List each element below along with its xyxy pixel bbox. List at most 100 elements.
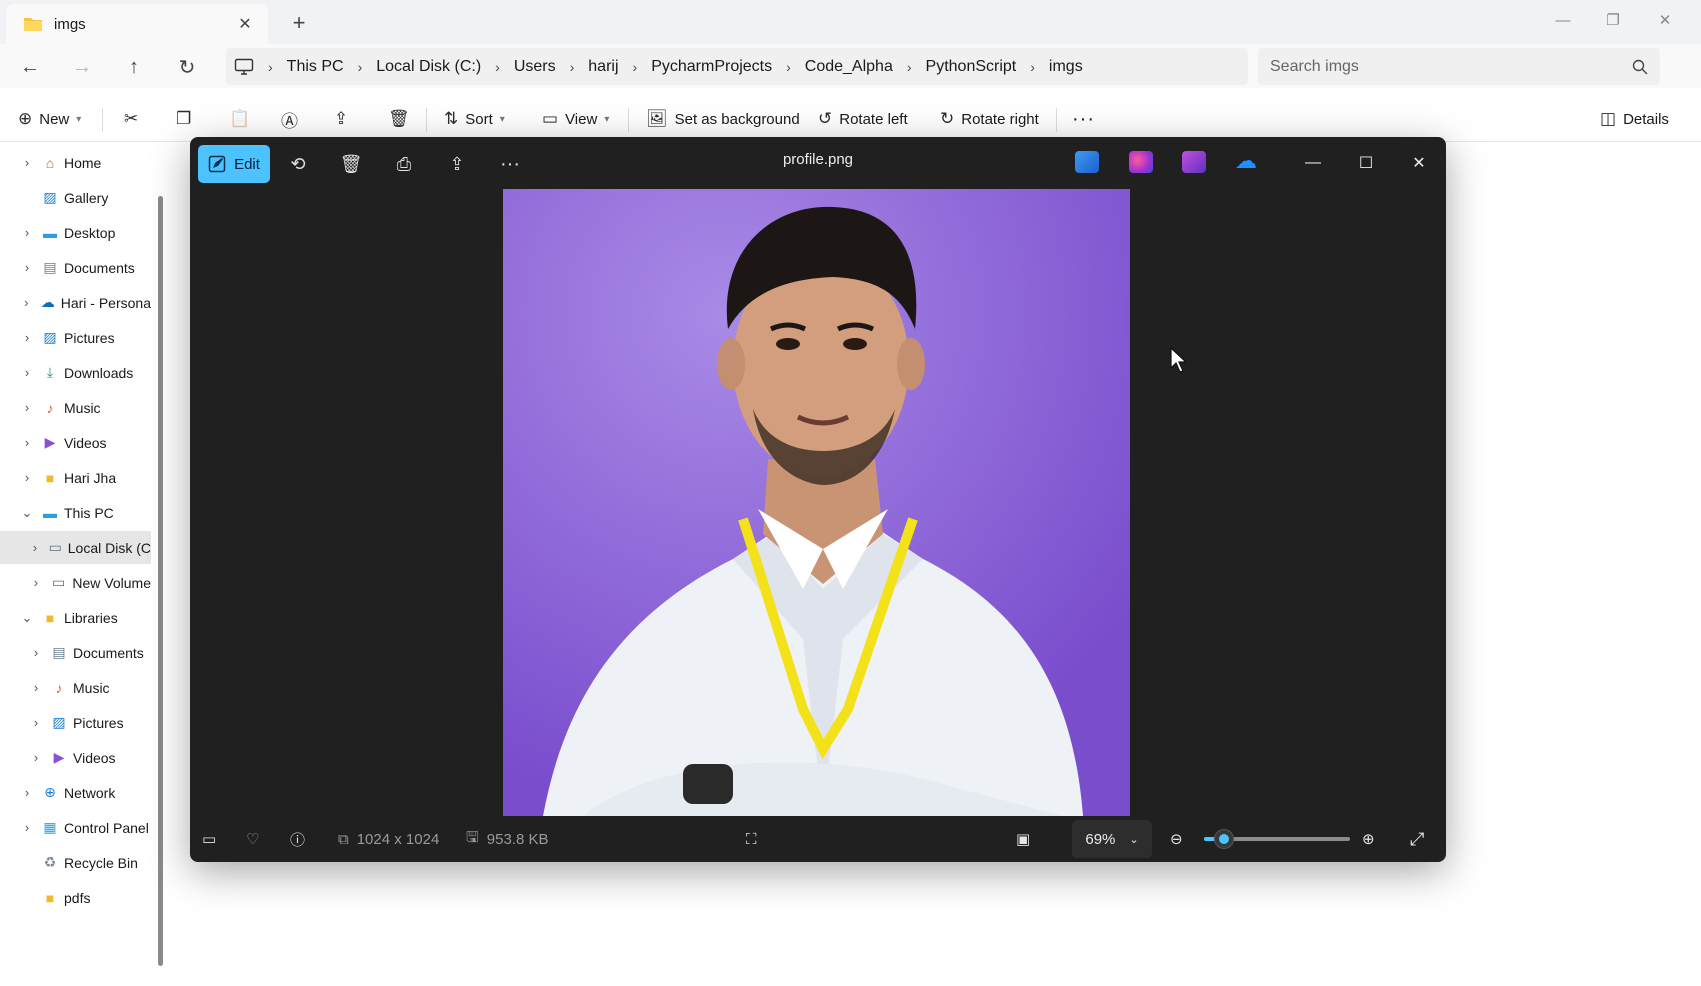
focus-frame-icon: ⛶ (746, 830, 757, 848)
forward-button[interactable]: → (66, 52, 98, 82)
favorite-button[interactable]: ♡ (246, 824, 259, 854)
delete-button[interactable]: 🗑 (388, 104, 410, 134)
breadcrumb-item[interactable]: Local Disk (C:) (376, 58, 481, 76)
new-tab-button[interactable]: + (284, 10, 314, 36)
more-options-button[interactable]: ··· (492, 147, 528, 181)
clipchamp-icon[interactable] (1129, 151, 1153, 173)
viewer-minimize-button[interactable]: — (1293, 147, 1333, 179)
sidebar-item-home[interactable]: › ⌂ Home (0, 146, 151, 179)
paste-button[interactable]: 📋 (229, 104, 250, 134)
minimize-button[interactable]: — (1538, 0, 1588, 40)
sidebar-item-documents[interactable]: › ▤ Documents (0, 251, 151, 284)
onedrive-icon[interactable]: ☁ (1235, 150, 1263, 173)
share-button[interactable]: ⇪ (334, 104, 348, 134)
mouse-cursor-icon (1170, 347, 1188, 373)
sort-button[interactable]: ⇅ Sort ▾ (444, 104, 505, 134)
sidebar-item-pdfs[interactable]: ■ pdfs (0, 881, 151, 914)
actual-size-button[interactable]: ▣ (1016, 824, 1030, 854)
refresh-button[interactable]: ↻ (171, 52, 203, 82)
sidebar-item-this-pc[interactable]: ⌄ ▬ This PC (0, 496, 151, 529)
photos-viewer-window: Edit ⟲ 🗑 ⎙ ⇪ ··· profile.png ☁ — ☐ ✕ ▭ ♡… (190, 137, 1446, 862)
sidebar-item-recycle-bin[interactable]: ♻ Recycle Bin (0, 846, 151, 879)
viewer-maximize-button[interactable]: ☐ (1346, 147, 1386, 179)
sidebar-item-desktop[interactable]: › ▬ Desktop (0, 216, 151, 249)
search-placeholder: Search imgs (1270, 57, 1359, 75)
rotate-right-icon: ↻ (940, 109, 955, 128)
sidebar-item-onedrive[interactable]: › ☁ Hari - Persona (0, 286, 151, 319)
new-button[interactable]: ⊕ New ▾ (18, 104, 81, 134)
chevron-right-icon: › (33, 645, 39, 660)
more-options-button[interactable]: ··· (1072, 104, 1095, 134)
up-button[interactable]: ↑ (118, 52, 150, 82)
details-button[interactable]: ◫ Details (1600, 104, 1669, 134)
chevron-right-icon: › (24, 225, 30, 240)
sidebar-item-gallery[interactable]: ▨ Gallery (0, 181, 151, 214)
file-info-button[interactable]: ⓘ (290, 824, 305, 854)
close-tab-icon[interactable]: ✕ (234, 13, 256, 35)
breadcrumb-item[interactable]: harij (588, 58, 618, 76)
details-pane-icon: ◫ (1600, 109, 1617, 128)
breadcrumb-item[interactable]: Users (514, 58, 556, 76)
trash-icon: 🗑 (388, 109, 410, 128)
sidebar-item-control-panel[interactable]: › ▦ Control Panel (0, 811, 151, 844)
sidebar-item-pictures[interactable]: › ▨ Pictures (0, 321, 151, 354)
sidebar-item-lib-pictures[interactable]: › ▨ Pictures (0, 706, 151, 739)
sidebar-item-lib-documents[interactable]: › ▤ Documents (0, 636, 151, 669)
view-button[interactable]: ▭ View ▾ (542, 104, 609, 134)
restore-button[interactable]: ❐ (1588, 0, 1638, 40)
edit-button[interactable]: Edit (198, 145, 270, 183)
rotate-left-button[interactable]: ↺ Rotate left (818, 104, 908, 134)
zoom-out-button[interactable]: ⊖ (1170, 824, 1183, 854)
sidebar-item-downloads[interactable]: › ⤓ Downloads (0, 356, 151, 389)
filmstrip-button[interactable]: ▭ (202, 824, 216, 854)
sidebar-item-libraries[interactable]: ⌄ ■ Libraries (0, 601, 151, 634)
sidebar-item-label: Music (73, 679, 110, 696)
sidebar-item-network[interactable]: › ⊕ Network (0, 776, 151, 809)
cut-button[interactable]: ✂ (124, 104, 138, 134)
close-window-button[interactable]: ✕ (1640, 0, 1690, 40)
sidebar-item-lib-videos[interactable]: › ▶ Videos (0, 741, 151, 774)
sidebar-item-videos[interactable]: › ▶ Videos (0, 426, 151, 459)
set-as-background-button[interactable]: 🖼 Set as background (646, 104, 800, 134)
gallery-icon: ▨ (43, 189, 57, 205)
print-button[interactable]: ⎙ (386, 147, 422, 181)
sidebar-scrollbar[interactable] (158, 196, 163, 966)
zoom-slider[interactable] (1204, 830, 1350, 848)
share-photo-button[interactable]: ⇪ (439, 147, 475, 181)
explorer-tab[interactable]: imgs ✕ (6, 4, 268, 44)
sidebar-item-music[interactable]: › ♪ Music (0, 391, 151, 424)
chevron-right-icon: › (24, 470, 30, 485)
sidebar-item-local-disk[interactable]: › ▭ Local Disk (C (0, 531, 151, 564)
crop-capture-button[interactable]: ⛶ (746, 824, 757, 854)
details-label: Details (1623, 110, 1669, 128)
video-editor-icon[interactable] (1182, 151, 1206, 173)
drive-icon: ▭ (51, 574, 66, 590)
breadcrumb-item[interactable]: This PC (287, 58, 344, 76)
breadcrumb[interactable]: › This PC › Local Disk (C:) › Users › ha… (226, 48, 1248, 85)
delete-photo-button[interactable]: 🗑 (333, 147, 369, 181)
zoom-in-button[interactable]: ⊕ (1362, 824, 1375, 854)
copy-button[interactable]: ❐ (176, 104, 191, 134)
breadcrumb-item[interactable]: Code_Alpha (805, 58, 893, 76)
back-button[interactable]: ← (14, 52, 46, 82)
breadcrumb-item[interactable]: PythonScript (926, 58, 1017, 76)
zoom-level-dropdown[interactable]: 69% ⌄ (1072, 820, 1152, 858)
visual-search-button[interactable]: ⟲ (280, 147, 316, 181)
fullscreen-button[interactable]: ⤢ (1410, 824, 1424, 854)
rename-button[interactable]: Ⓐ (281, 104, 298, 134)
sidebar-item-label: Control Panel (64, 819, 149, 836)
sidebar-item-new-volume[interactable]: › ▭ New Volume (0, 566, 151, 599)
search-input[interactable]: Search imgs (1258, 48, 1660, 85)
sidebar-item-label: Pictures (64, 329, 115, 346)
viewer-close-button[interactable]: ✕ (1399, 147, 1439, 179)
sidebar-item-hari-jha[interactable]: › ■ Hari Jha (0, 461, 151, 494)
chevron-right-icon: › (906, 58, 912, 75)
arrow-left-icon: ← (20, 55, 40, 78)
sidebar-item-lib-music[interactable]: › ♪ Music (0, 671, 151, 704)
breadcrumb-item[interactable]: imgs (1049, 58, 1083, 76)
rotate-right-button[interactable]: ↻ Rotate right (940, 104, 1039, 134)
breadcrumb-item[interactable]: PycharmProjects (651, 58, 772, 76)
pictures-icon: ▨ (43, 329, 57, 345)
designer-app-icon[interactable] (1075, 151, 1099, 173)
zoom-slider-thumb[interactable] (1215, 830, 1233, 848)
